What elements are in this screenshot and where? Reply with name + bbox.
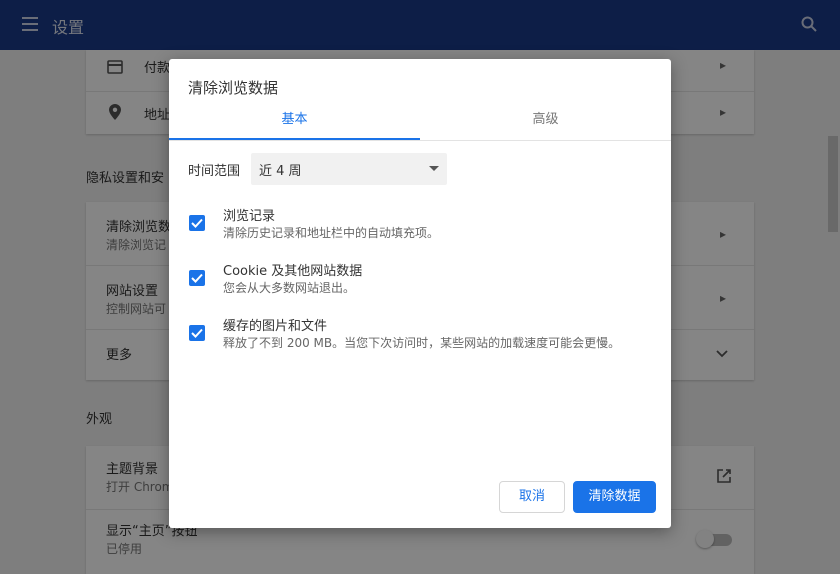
clear-browsing-data-dialog: 清除浏览数据 基本 高级 时间范围 近 4 周 浏览记录 清除历史记录和地址栏中…	[169, 59, 671, 528]
option-cookies[interactable]: Cookie 及其他网站数据 您会从大多数网站退出。	[169, 259, 671, 303]
option-browsing-history[interactable]: 浏览记录 清除历史记录和地址栏中的自动填充项。	[169, 204, 671, 248]
time-range-label: 时间范围	[188, 164, 241, 179]
dialog-title: 清除浏览数据	[188, 79, 279, 97]
checkbox-checked-icon[interactable]	[189, 215, 205, 231]
time-range-select[interactable]: 近 4 周	[251, 153, 447, 185]
clear-data-button[interactable]: 清除数据	[573, 481, 656, 513]
tab-basic[interactable]: 基本	[169, 109, 420, 139]
option-description: 清除历史记录和地址栏中的自动填充项。	[223, 226, 440, 240]
checkbox-checked-icon[interactable]	[189, 325, 205, 341]
option-title: 缓存的图片和文件	[223, 319, 328, 334]
option-description: 您会从大多数网站退出。	[223, 281, 356, 295]
caret-down-icon	[429, 166, 439, 171]
time-range-value: 近 4 周	[259, 164, 302, 179]
option-description: 释放了不到 200 MB。当您下次访问时，某些网站的加载速度可能会更慢。	[223, 336, 621, 350]
tab-advanced[interactable]: 高级	[420, 109, 671, 139]
cancel-button[interactable]: 取消	[499, 481, 565, 513]
checkbox-checked-icon[interactable]	[189, 270, 205, 286]
option-title: Cookie 及其他网站数据	[223, 264, 363, 279]
option-cached-files[interactable]: 缓存的图片和文件 释放了不到 200 MB。当您下次访问时，某些网站的加载速度可…	[169, 314, 671, 358]
tab-divider	[169, 140, 671, 141]
option-title: 浏览记录	[223, 209, 276, 224]
